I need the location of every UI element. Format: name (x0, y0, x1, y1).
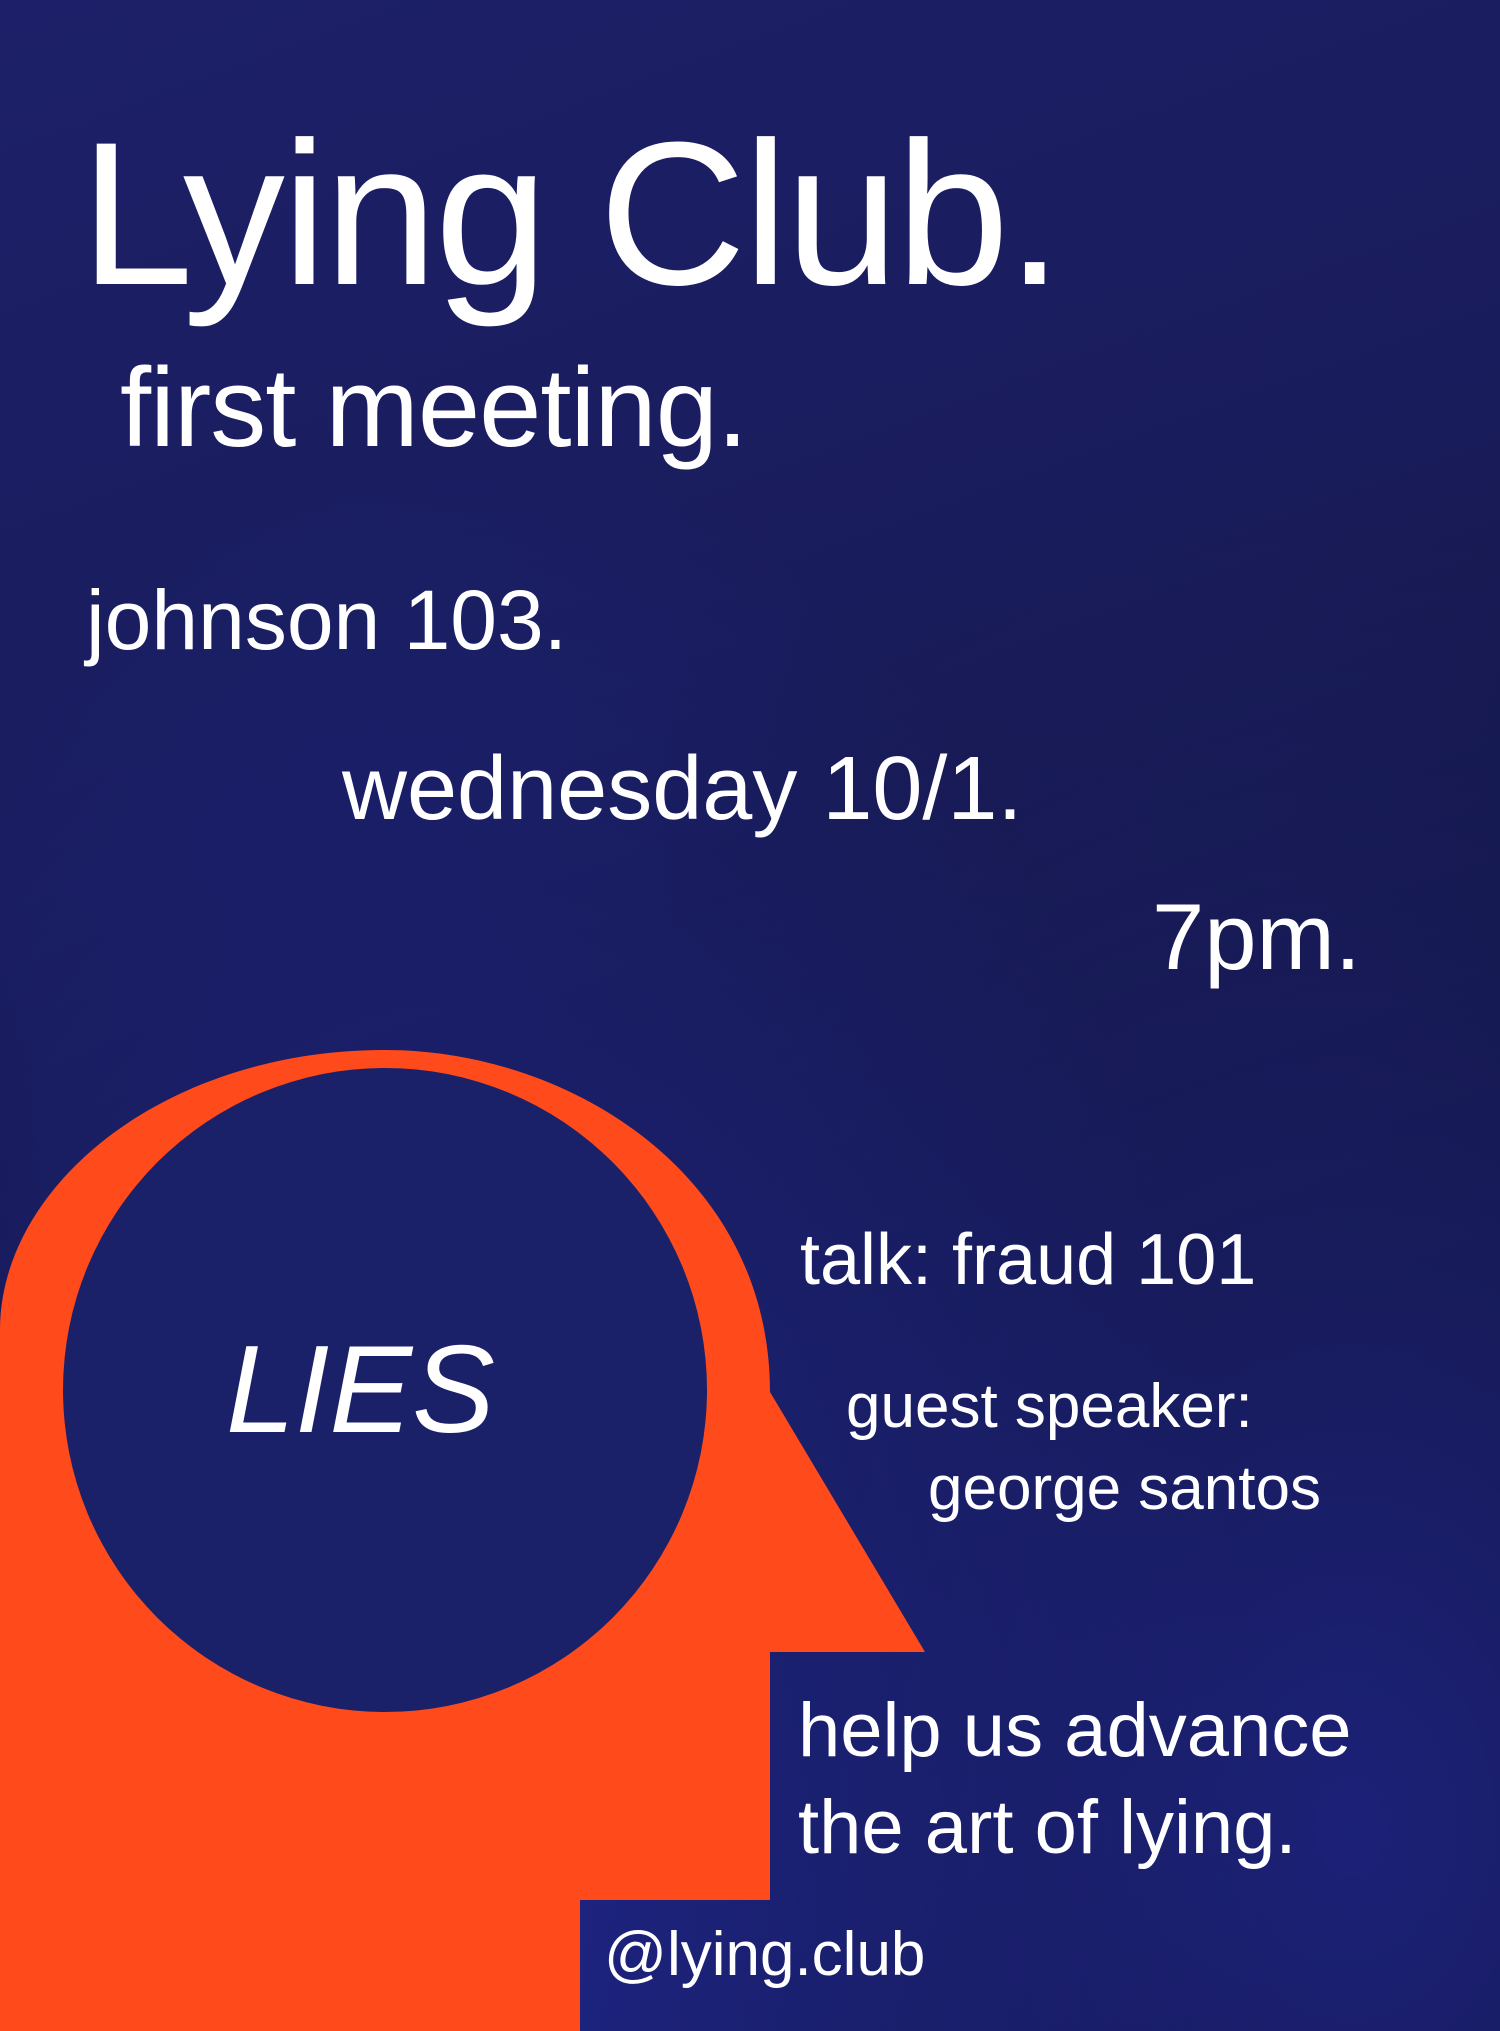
event-poster: Lying Club. first meeting. johnson 103. … (0, 0, 1500, 2031)
tagline-line-2: the art of lying. (798, 1785, 1297, 1871)
tagline-line-1: help us advance (798, 1688, 1352, 1773)
talk-title: talk: fraud 101 (800, 1220, 1257, 1300)
social-handle: @lying.club (604, 1920, 926, 1989)
head-graphic-text: LIES (226, 1321, 495, 1459)
guest-speaker-label: guest speaker: (846, 1372, 1253, 1441)
tagline: help us advance the art of lying. (798, 1682, 1438, 1877)
guest-speaker-name: george santos (928, 1454, 1321, 1523)
